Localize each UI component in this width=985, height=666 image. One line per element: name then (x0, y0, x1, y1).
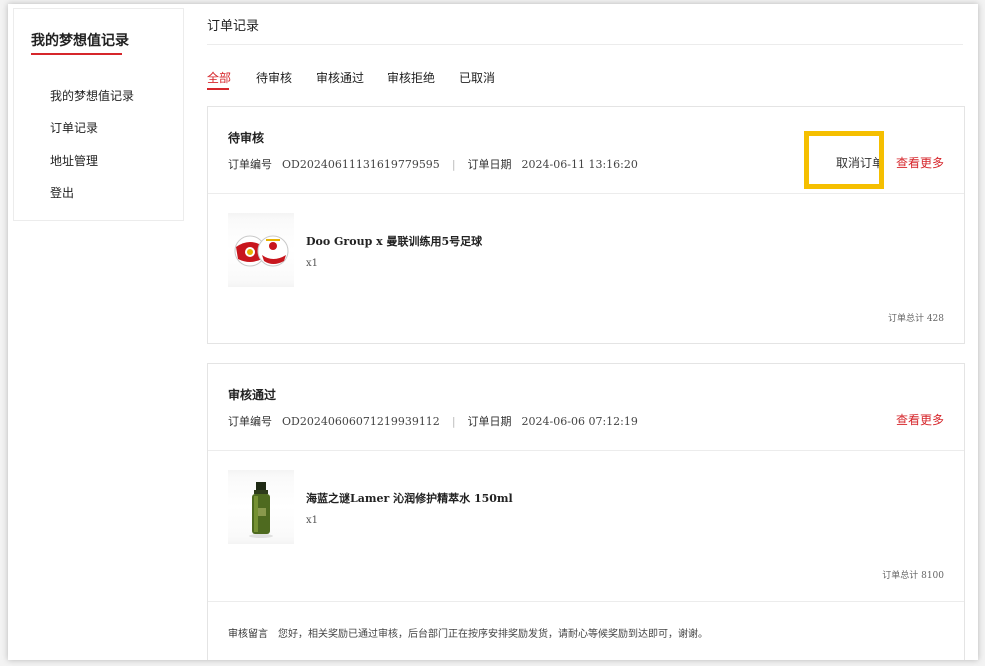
product-name[interactable]: Doo Group x 曼联训练用5号足球 (306, 233, 482, 249)
order-date-label: 订单日期 (467, 415, 512, 428)
remark-message: 您好，相关奖励已通过审核，后台部门正在按序安排奖励发货，请耐心等候奖励到达即可，… (278, 629, 708, 640)
order-total: 订单总计 8100 (882, 571, 944, 581)
sidebar-title: 我的梦想值记录 (31, 33, 129, 49)
remark-label: 审核留言 (228, 629, 268, 640)
sidebar: 我的梦想值记录 我的梦想值记录 订单记录 地址管理 登出 (13, 8, 184, 221)
order-date-value: 2024-06-11 13:16:20 (521, 158, 638, 171)
football-icon (234, 235, 289, 267)
product-quantity: x1 (306, 515, 319, 526)
tab-cancelled[interactable]: 已取消 (459, 69, 495, 86)
tab-rejected[interactable]: 审核拒绝 (387, 69, 435, 86)
active-tab-indicator (207, 88, 229, 90)
order-no-value: OD20240606071219939112 (282, 415, 440, 428)
order-meta: 订单编号 OD20240606071219939112 | 订单日期 2024-06-0… (228, 413, 638, 429)
order-meta: 订单编号 OD20240611131619779595 | 订单日期 2024-06-1… (228, 156, 638, 172)
page-frame: 我的梦想值记录 我的梦想值记录 订单记录 地址管理 登出 订单记录 全部 待审核… (8, 4, 978, 660)
order-date-value: 2024-06-06 07:12:19 (521, 415, 638, 428)
sidebar-item-order-records[interactable]: 订单记录 (50, 119, 98, 136)
product-thumbnail[interactable] (228, 470, 294, 544)
header-divider (207, 44, 963, 45)
product-thumbnail[interactable] (228, 213, 294, 287)
order-status: 审核通过 (228, 388, 277, 402)
lamer-bottle-icon (249, 482, 273, 538)
product-quantity: x1 (306, 258, 319, 269)
sidebar-item-logout[interactable]: 登出 (50, 184, 74, 201)
cancel-order-button[interactable]: 取消订单 (836, 154, 884, 171)
meta-separator: | (451, 158, 456, 171)
view-more-link[interactable]: 查看更多 (896, 154, 944, 171)
order-total: 订单总计 428 (887, 314, 944, 324)
order-no-label: 订单编号 (228, 158, 272, 171)
product-name[interactable]: 海蓝之谜Lamer 沁润修护精萃水 150ml (306, 490, 513, 506)
meta-separator: | (451, 415, 456, 428)
order-card: 审核通过 订单编号 OD20240606071219939112 | 订单日期 2024… (207, 363, 965, 660)
order-status: 待审核 (228, 131, 265, 145)
view-more-link[interactable]: 查看更多 (896, 411, 944, 428)
sidebar-title-underline (31, 53, 122, 55)
card-divider (208, 193, 964, 194)
tab-pending[interactable]: 待审核 (256, 69, 292, 86)
tab-approved[interactable]: 审核通过 (316, 69, 364, 86)
order-no-label: 订单编号 (228, 415, 272, 428)
tab-all[interactable]: 全部 (207, 69, 231, 86)
sidebar-item-dream-value-records[interactable]: 我的梦想值记录 (50, 87, 134, 104)
review-remark: 审核留言 您好，相关奖励已通过审核，后台部门正在按序安排奖励发货，请耐心等候奖励到… (228, 625, 708, 640)
order-card: 待审核 订单编号 OD20240611131619779595 | 订单日期 2024-… (207, 106, 965, 344)
sidebar-item-address-management[interactable]: 地址管理 (50, 152, 98, 169)
order-date-label: 订单日期 (467, 158, 512, 171)
card-divider (208, 601, 964, 602)
page-title: 订单记录 (207, 19, 260, 34)
order-no-value: OD20240611131619779595 (282, 158, 440, 171)
card-divider (208, 450, 964, 451)
